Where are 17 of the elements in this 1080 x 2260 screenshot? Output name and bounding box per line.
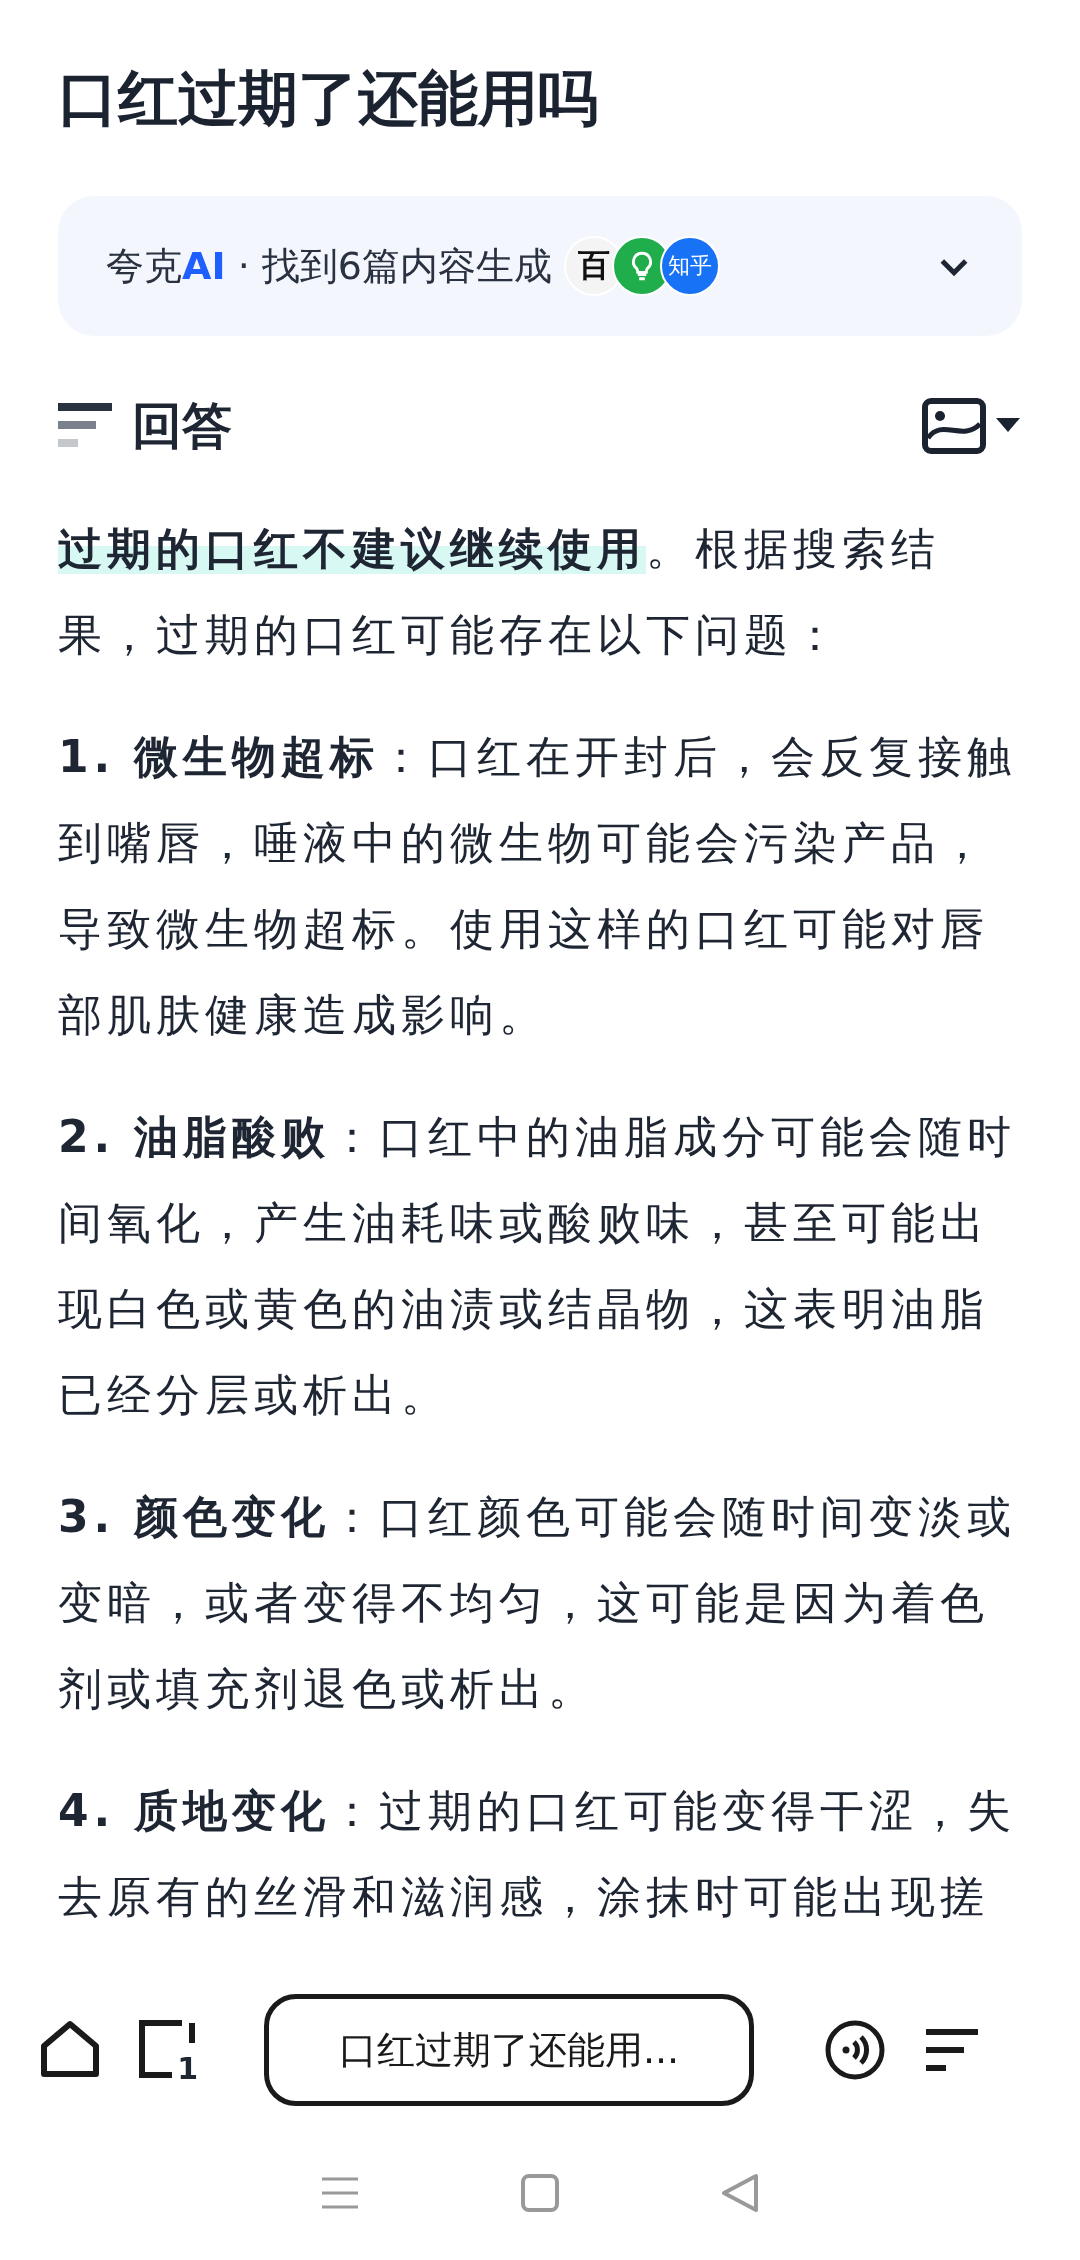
source-card[interactable]: 夸克AI · 找到6篇内容生成 百 知乎 <box>58 196 1022 336</box>
page-title: 口红过期了还能用吗 <box>58 62 599 135</box>
home-button-icon[interactable] <box>520 2172 560 2213</box>
back-icon[interactable] <box>720 2172 760 2213</box>
answer-point: 1. 微生物超标：口红在开封后，会反复接触到嘴唇，唾液中的微生物可能会污染产品，导致微生物超标。使用这样的口红可能对唇部肌肤健康造成影响。 <box>58 730 1018 1042</box>
source-avatar: 知乎 <box>660 236 720 296</box>
home-icon[interactable] <box>40 2020 100 2080</box>
answer-heading: 回答 <box>132 395 232 457</box>
voice-icon[interactable] <box>824 2019 886 2081</box>
answer-intro: 过期的口红不建议继续使用。根据搜索结果，过期的口红可能存在以下问题： <box>58 522 941 662</box>
tabs-button[interactable]: 1 <box>136 2019 198 2081</box>
answer-point: 3. 颜色变化：口红颜色可能会随时间变淡或变暗，或者变得不均匀，这可能是因为着色剂或填充剂退色或析出。 <box>58 1490 1018 1716</box>
search-query-field[interactable]: 口红过期了还能用... <box>264 1994 754 2106</box>
image-dropdown-icon[interactable] <box>922 398 1022 454</box>
answer-point: 2. 油脂酸败：口红中的油脂成分可能会随时间氧化，产生油耗味或酸败味，甚至可能出现白色或黄色的油渍或结晶物，这表明油脂已经分层或析出。 <box>58 1110 1018 1422</box>
source-summary: 夸克AI · 找到6篇内容生成 <box>106 242 552 290</box>
answer-point: 4. 质地变化：过期的口红可能变得干涩，失去原有的丝滑和滋润感，涂抹时可能出现搓 <box>58 1784 1018 1924</box>
